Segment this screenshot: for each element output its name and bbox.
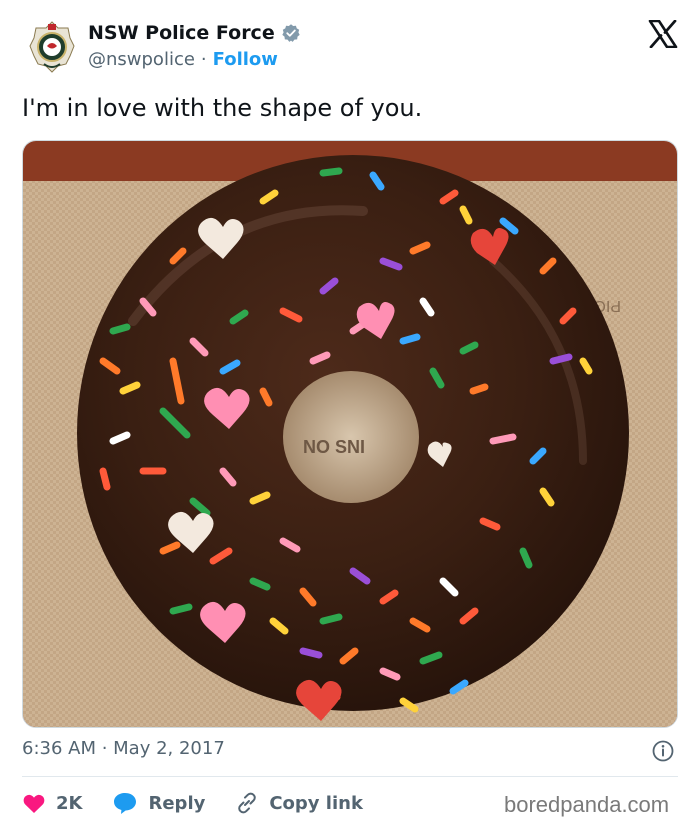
reply-bubble-icon — [114, 793, 137, 814]
x-logo-icon[interactable] — [648, 20, 678, 48]
handle[interactable]: @nswpolice — [88, 49, 195, 70]
link-icon — [238, 792, 257, 814]
like-button[interactable]: 2K — [22, 792, 82, 814]
heart-icon — [23, 794, 45, 813]
like-count: 2K — [56, 792, 83, 814]
verified-badge-icon — [282, 24, 300, 42]
police-badge-icon[interactable] — [28, 20, 76, 74]
reply-label: Reply — [148, 792, 206, 814]
napkin-stamp: NO SNI — [303, 437, 365, 457]
display-name-row: NSW Police Force — [88, 22, 301, 44]
watermark: boredpanda.com — [504, 792, 670, 817]
handle-row: @nswpolice · Follow — [88, 49, 278, 70]
tweet-card: NSW Police Force @nswpolice · Follow I'm… — [0, 0, 700, 830]
reply-button[interactable]: Reply — [112, 791, 205, 815]
copy-link-button[interactable]: Copy link — [235, 791, 363, 815]
display-name[interactable]: NSW Police Force — [88, 22, 275, 44]
divider — [22, 776, 678, 777]
tweet-photo[interactable]: PIG NO SNI — [22, 140, 678, 728]
info-icon[interactable] — [652, 740, 674, 762]
tweet-text: I'm in love with the shape of you. — [22, 94, 423, 122]
separator-dot: · — [200, 49, 207, 70]
action-bar: 2K Reply Copy link — [22, 790, 393, 816]
tweet-timestamp[interactable]: 6:36 AM · May 2, 2017 — [22, 738, 225, 759]
follow-button[interactable]: Follow — [213, 49, 278, 70]
copy-link-label: Copy link — [269, 792, 363, 814]
